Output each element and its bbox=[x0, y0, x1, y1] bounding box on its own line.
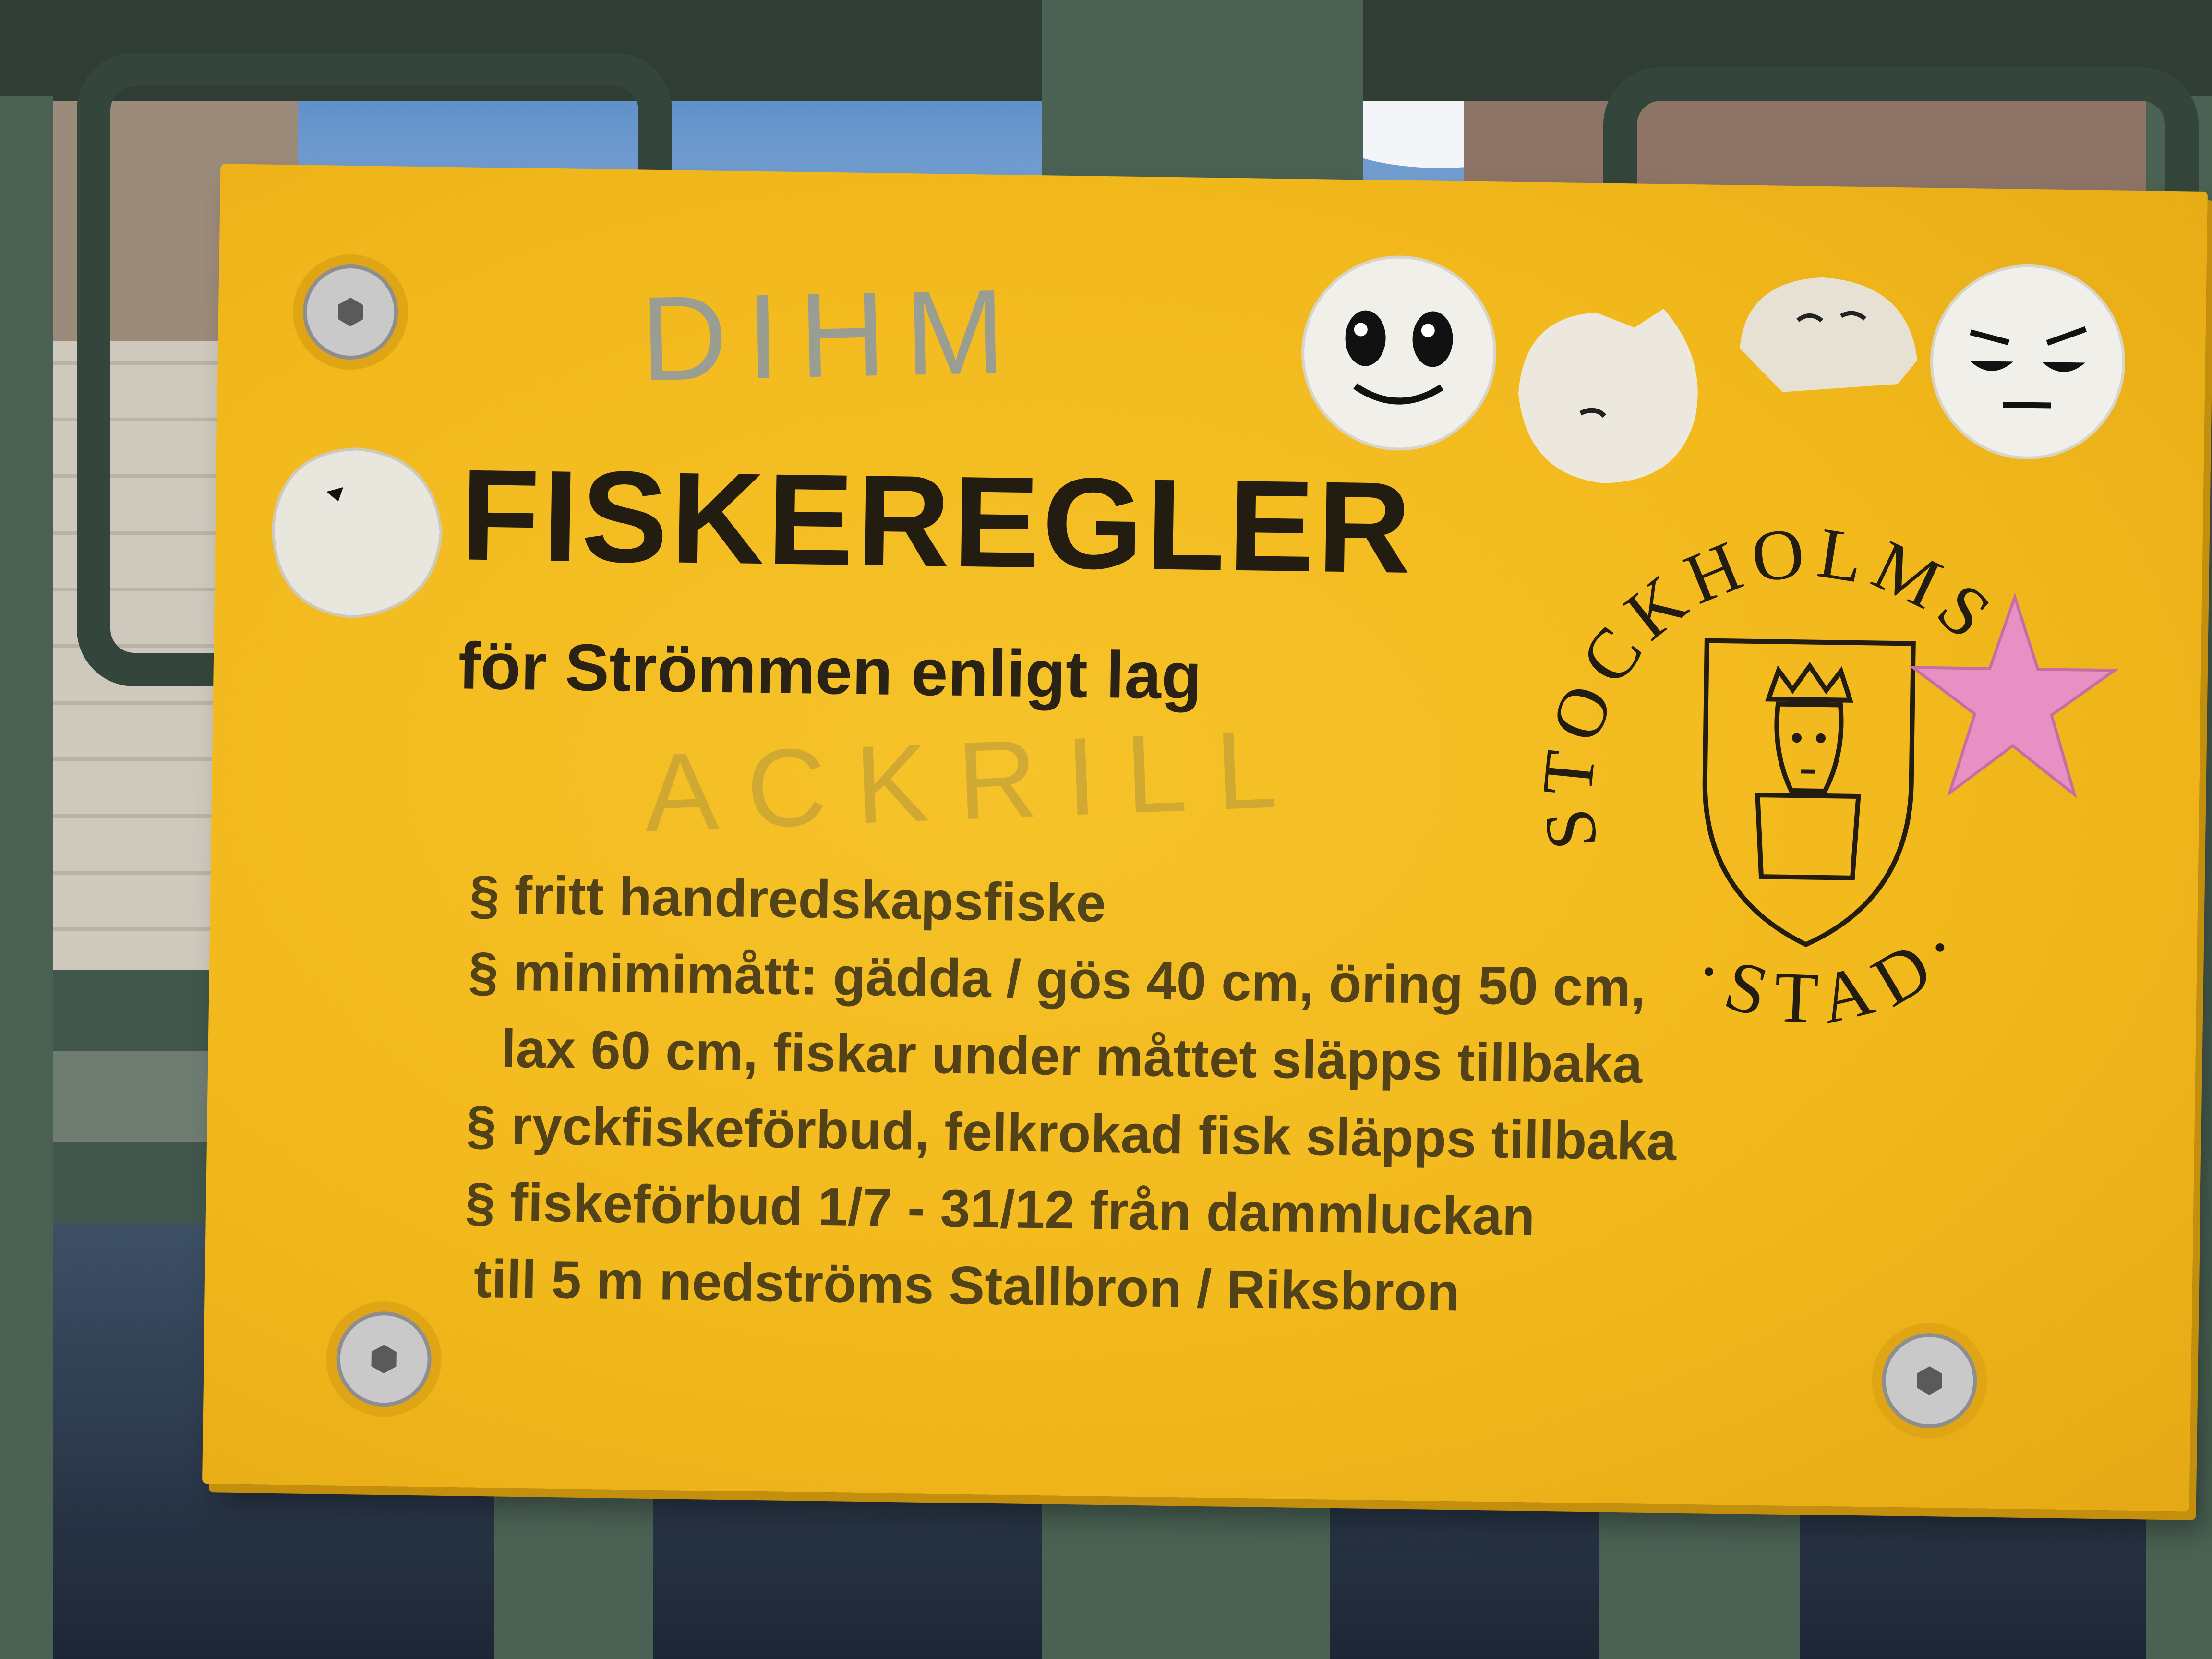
graffiti-scratch: ACKRILL bbox=[642, 706, 1308, 855]
bolt-icon bbox=[293, 254, 409, 370]
rule-line: § minimimått: gädda / gös 40 cm, öring 5… bbox=[468, 941, 1646, 1018]
bolt-icon bbox=[1872, 1323, 1987, 1439]
smiley-sticker-icon bbox=[1301, 255, 1497, 451]
sign-subtitle: för Strömmen enligt lag bbox=[457, 629, 1202, 713]
graffiti-tag: DIHM bbox=[639, 264, 1026, 406]
pink-star-sticker-icon bbox=[1908, 592, 2119, 799]
peeled-sticker-icon bbox=[1740, 277, 1918, 392]
peeled-sticker-icon bbox=[271, 447, 443, 619]
rule-line: § ryckfiskeförbud, felkrokad fisk släpps… bbox=[466, 1094, 1677, 1172]
peeled-sticker-icon bbox=[1518, 309, 1698, 483]
rule-line: till 5 m nedströms Stallbron / Riksbron bbox=[473, 1248, 1460, 1322]
fishing-rules-sign: DIHM ACKRILL FISKEREGLER för Strömmen en… bbox=[202, 164, 2208, 1512]
saint-erik-crest-icon bbox=[1755, 661, 1861, 880]
bolt-icon bbox=[326, 1301, 442, 1417]
sign-title: FISKEREGLER bbox=[459, 443, 1415, 601]
seal-text-bottom: ·STAD· bbox=[1679, 897, 1987, 1041]
skeptical-face-sticker-icon bbox=[1930, 264, 2126, 459]
railing-post bbox=[1042, 0, 1363, 202]
rule-line: lax 60 cm, fiskar under måttet släpps ti… bbox=[500, 1018, 1643, 1094]
rule-line: § fritt handredskapsfiske bbox=[469, 864, 1106, 934]
railing-post bbox=[0, 96, 53, 1659]
rule-line: § fiskeförbud 1/7 - 31/12 från dammlucka… bbox=[465, 1171, 1536, 1247]
photo-scene: DIHM ACKRILL FISKEREGLER för Strömmen en… bbox=[0, 0, 2212, 1659]
